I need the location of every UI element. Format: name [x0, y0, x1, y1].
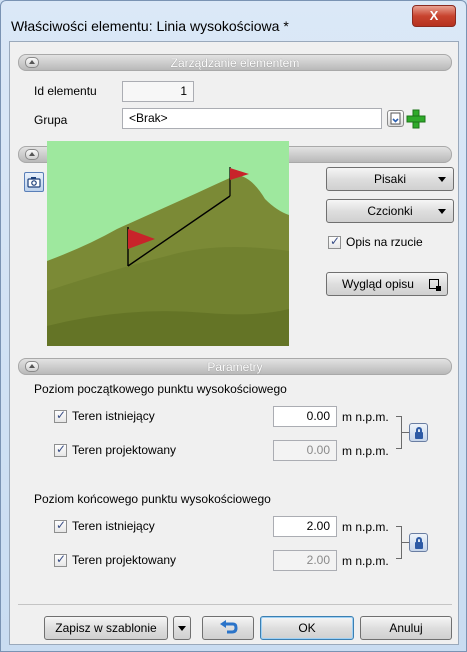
section-title: Parametry [207, 360, 263, 374]
dialog-body: Zarządzanie elementem Id elementu 1 Grup… [9, 41, 459, 645]
undo-button[interactable] [202, 616, 254, 640]
group-field[interactable]: <Brak> [122, 108, 382, 129]
title-bar: Właściwości elementu: Linia wysokościowa… [1, 1, 466, 41]
pens-dropdown[interactable]: Pisaki [326, 167, 454, 191]
end-existing-label: Teren istniejący [72, 519, 155, 533]
description-look-label: Wygląd opisu [342, 277, 414, 291]
show-description-checkbox[interactable] [328, 234, 341, 249]
pens-label: Pisaki [373, 172, 406, 186]
description-look-button[interactable]: Wygląd opisu [326, 272, 448, 296]
camera-icon[interactable] [24, 172, 44, 192]
footer-separator [18, 604, 452, 605]
end-existing-checkbox[interactable] [54, 518, 67, 533]
fonts-label: Czcionki [367, 204, 413, 218]
start-heading: Poziom początkowego punktu wysokościoweg… [34, 382, 287, 396]
end-existing-input[interactable]: 2.00 [273, 516, 337, 537]
preview-image [47, 141, 289, 346]
link-bracket-stub [402, 432, 409, 433]
section-title: Zarządzanie elementem [170, 56, 300, 70]
lock-icon[interactable] [409, 533, 428, 552]
chevron-down-icon [438, 209, 446, 214]
start-designed-checkbox[interactable] [54, 442, 67, 457]
close-button[interactable]: X [412, 5, 456, 27]
popup-icon [429, 279, 441, 291]
start-existing-input[interactable]: 0.00 [273, 406, 337, 427]
id-label: Id elementu [34, 84, 97, 98]
start-existing-checkbox[interactable] [54, 408, 67, 423]
unit-label: m n.p.m. [342, 554, 389, 568]
ok-button[interactable]: OK [260, 616, 354, 640]
end-heading: Poziom końcowego punktu wysokościowego [34, 492, 271, 506]
unit-label: m n.p.m. [342, 520, 389, 534]
save-template-dropdown[interactable] [173, 616, 191, 640]
start-existing-label: Teren istniejący [72, 409, 155, 423]
lock-icon[interactable] [409, 423, 428, 442]
dialog-window: Właściwości elementu: Linia wysokościowa… [0, 0, 467, 652]
undo-icon [220, 620, 238, 634]
section-header-element[interactable]: Zarządzanie elementem [18, 54, 452, 71]
unit-label: m n.p.m. [342, 444, 389, 458]
end-designed-checkbox[interactable] [54, 552, 67, 567]
window-title: Właściwości elementu: Linia wysokościowa… [11, 18, 289, 34]
browse-icon[interactable] [387, 110, 404, 127]
fonts-dropdown[interactable]: Czcionki [326, 199, 454, 223]
cancel-button[interactable]: Anuluj [360, 616, 452, 640]
chevron-down-icon [178, 626, 186, 631]
chevron-down-icon [438, 177, 446, 182]
start-designed-input[interactable]: 0.00 [273, 440, 337, 461]
end-designed-input[interactable]: 2.00 [273, 550, 337, 571]
plus-icon[interactable] [406, 109, 426, 129]
start-designed-label: Teren projektowany [72, 443, 177, 457]
show-description-label: Opis na rzucie [346, 235, 423, 249]
save-template-button[interactable]: Zapisz w szablonie [44, 616, 168, 640]
link-bracket-stub [402, 542, 409, 543]
group-label: Grupa [34, 113, 68, 127]
end-designed-label: Teren projektowany [72, 553, 177, 567]
section-header-parameters[interactable]: Parametry [18, 358, 452, 375]
id-field: 1 [122, 81, 194, 102]
unit-label: m n.p.m. [342, 410, 389, 424]
